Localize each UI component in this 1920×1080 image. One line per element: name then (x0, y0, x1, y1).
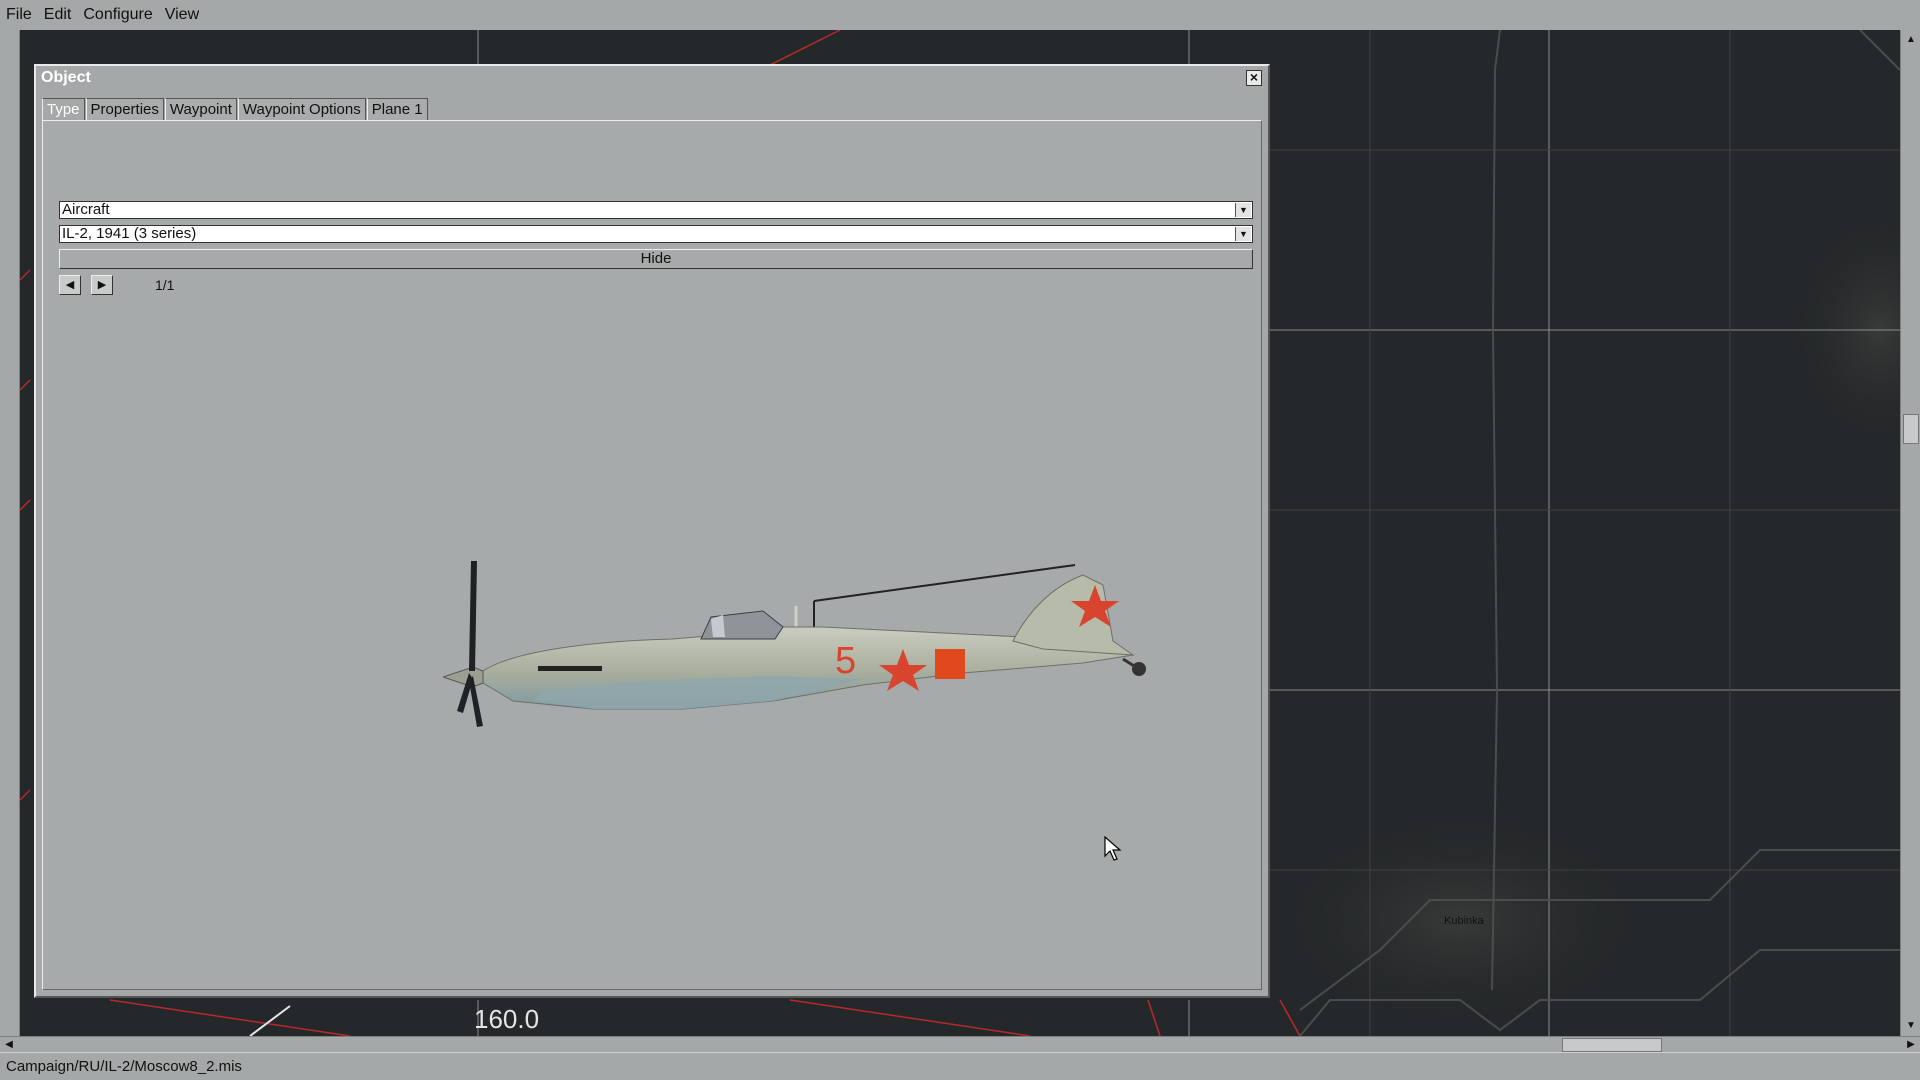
editor-window: { "menubar": { "items": [ {"label": "Fil… (0, 0, 1920, 1080)
mouse-cursor-icon (1104, 836, 1122, 861)
aircraft-type-select[interactable]: IL-2, 1941 (3 series) ▼ (59, 225, 1253, 243)
next-button[interactable]: ▶ (91, 275, 113, 295)
page-indicator: 1/1 (155, 277, 175, 293)
close-icon: × (1249, 69, 1259, 85)
statusbar: Campaign/RU/IL-2/Moscow8_2.mis (0, 1052, 1920, 1080)
mission-file-path: Campaign/RU/IL-2/Moscow8_2.mis (6, 1058, 242, 1075)
aircraft-type-value: IL-2, 1941 (3 series) (62, 225, 197, 242)
category-value: Aircraft (62, 201, 110, 218)
tab-type[interactable]: Type (42, 98, 85, 120)
tab-properties[interactable]: Properties (85, 98, 164, 120)
grid-coordinate-label: 160.0 (474, 1004, 540, 1034)
chevron-down-icon[interactable]: ▼ (1235, 227, 1251, 241)
dialog-titlebar[interactable]: Object × (36, 66, 1268, 90)
menu-edit[interactable]: Edit (44, 6, 72, 24)
tab-waypoint-options[interactable]: Waypoint Options (237, 98, 366, 120)
vertical-scroll-thumb[interactable] (1903, 414, 1919, 444)
tab-plane-1[interactable]: Plane 1 (366, 98, 428, 120)
vertical-scrollbar[interactable]: ▲ ▼ (1900, 30, 1920, 1036)
close-button[interactable]: × (1246, 70, 1262, 86)
object-dialog: Object × Type Properties Waypoint Waypoi… (34, 64, 1270, 998)
aircraft-preview-image: 5 (443, 561, 1146, 727)
type-panel: Aircraft ▼ IL-2, 1941 (3 series) ▼ Hide … (42, 120, 1262, 990)
menu-configure[interactable]: Configure (83, 6, 152, 24)
scroll-right-arrow-icon[interactable]: ▶ (1903, 1037, 1919, 1053)
scroll-down-arrow-icon[interactable]: ▼ (1903, 1018, 1919, 1034)
menu-file[interactable]: File (6, 6, 32, 24)
horizontal-scroll-thumb[interactable] (1562, 1038, 1662, 1052)
arrow-left-icon: ◀ (65, 279, 75, 291)
tab-waypoint[interactable]: Waypoint (164, 98, 237, 120)
tail-number: 5 (835, 640, 856, 682)
menu-view[interactable]: View (165, 6, 199, 24)
menubar: File Edit Configure View (0, 0, 1920, 30)
scroll-up-arrow-icon[interactable]: ▲ (1903, 32, 1919, 48)
hide-button[interactable]: Hide (59, 249, 1253, 269)
left-strip (0, 30, 20, 1036)
scroll-left-arrow-icon[interactable]: ◀ (1, 1037, 17, 1053)
horizontal-scrollbar[interactable]: ◀ ▶ (0, 1036, 1920, 1052)
dialog-title: Object (41, 69, 91, 86)
tab-bar: Type Properties Waypoint Waypoint Option… (42, 98, 429, 120)
arrow-right-icon: ▶ (97, 279, 107, 291)
chevron-down-icon[interactable]: ▼ (1235, 203, 1251, 217)
category-select[interactable]: Aircraft ▼ (59, 201, 1253, 219)
town-label: Kubinka (1444, 915, 1484, 927)
previous-button[interactable]: ◀ (59, 275, 81, 295)
